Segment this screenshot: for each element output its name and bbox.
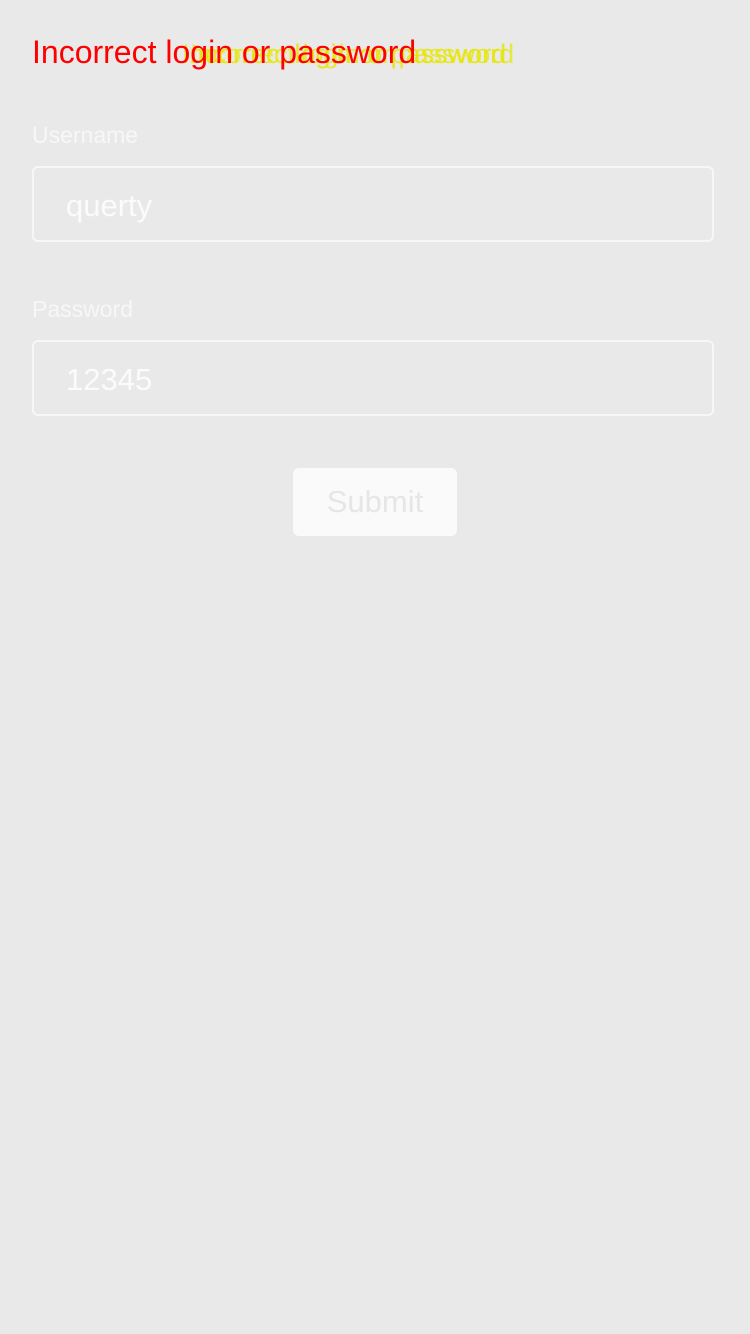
username-value: querty [66, 188, 153, 223]
username-label: Username [32, 122, 139, 148]
password-value: 12345 [66, 362, 153, 397]
error-message-area: Incorrect login or password Incorrect lo… [32, 34, 672, 74]
password-input[interactable]: 12345 [32, 340, 714, 416]
submit-button[interactable]: Submit [293, 468, 457, 536]
username-input[interactable]: querty [32, 166, 714, 242]
password-label: Password [32, 296, 133, 322]
error-message: Incorrect login or password [32, 34, 417, 70]
